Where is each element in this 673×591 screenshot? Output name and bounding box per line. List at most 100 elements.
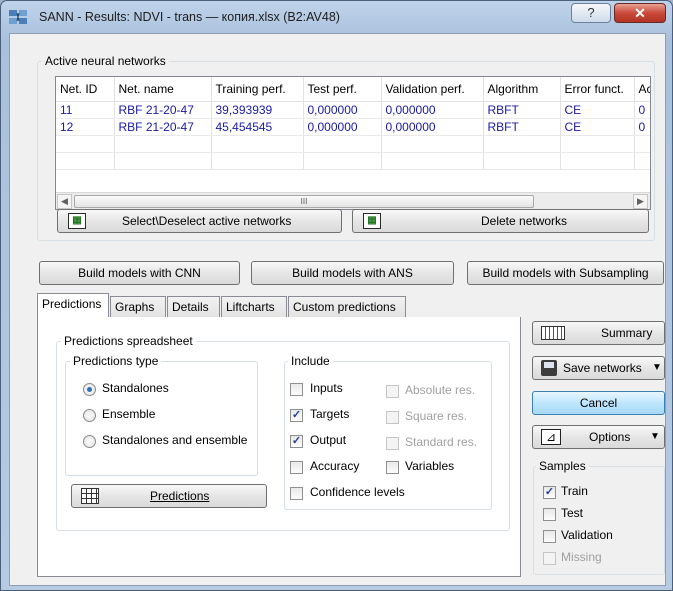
- dialog-window: SANN - Results: NDVI - trans — копия.xls…: [0, 0, 673, 591]
- ensemble-label: Ensemble: [102, 407, 156, 421]
- accuracy-checkbox[interactable]: [290, 461, 303, 474]
- table-cell: RBF 21-20-47: [114, 118, 212, 136]
- accuracy-label: Accuracy: [310, 459, 360, 473]
- standard-res-label: Standard res.: [405, 435, 478, 449]
- predictions-button-label: Predictions: [150, 489, 210, 503]
- table-cell: 39,393939: [211, 101, 304, 119]
- network-grid-icon: ▦: [68, 213, 86, 229]
- predictions-spreadsheet-title: Predictions spreadsheet: [61, 334, 196, 348]
- build-cnn-button[interactable]: Build models with CNN: [39, 261, 240, 285]
- variables-label: Variables: [405, 459, 455, 473]
- missing-label: Missing: [561, 550, 602, 564]
- dropdown-arrow-icon: ▼: [650, 431, 660, 442]
- select-deselect-networks-button[interactable]: ▦ Select\Deselect active networks: [57, 209, 342, 233]
- targets-label: Targets: [310, 407, 350, 421]
- active-networks-title: Active neural networks: [42, 54, 169, 68]
- summary-label: Summary: [601, 326, 653, 340]
- save-disk-icon: [541, 360, 557, 376]
- build-subsampling-button[interactable]: Build models with Subsampling: [467, 261, 664, 285]
- samples-title: Samples: [536, 459, 589, 473]
- targets-checkbox[interactable]: ✓: [290, 409, 303, 422]
- tab-custom-predictions[interactable]: Custom predictions: [288, 296, 406, 317]
- square-res-label: Square res.: [405, 409, 468, 423]
- table-row: [56, 152, 650, 170]
- column-header[interactable]: Net. name: [114, 77, 212, 102]
- ensemble-radio[interactable]: [83, 409, 96, 422]
- table-cell: 0: [634, 118, 650, 136]
- table-cell: 0,000000: [303, 101, 382, 119]
- missing-checkbox: [543, 552, 556, 565]
- scroll-right-icon[interactable]: ▶: [633, 194, 648, 209]
- table-row[interactable]: 11 RBF 21-20-47 39,393939 0,000000 0,000…: [56, 101, 650, 119]
- output-checkbox[interactable]: ✓: [290, 435, 303, 448]
- test-checkbox[interactable]: [543, 508, 556, 521]
- close-button[interactable]: ✕: [614, 3, 666, 23]
- column-header[interactable]: Ac: [634, 77, 650, 102]
- column-header[interactable]: Net. ID: [56, 77, 115, 102]
- column-header[interactable]: Algorithm: [483, 77, 561, 102]
- horizontal-scrollbar[interactable]: ◀ III ▶: [56, 192, 650, 209]
- title-bar[interactable]: SANN - Results: NDVI - trans — копия.xls…: [1, 1, 672, 33]
- column-header[interactable]: Test perf.: [303, 77, 382, 102]
- predictions-button[interactable]: Predictions: [71, 484, 267, 508]
- options-icon: ⊿: [541, 429, 561, 445]
- tab-liftcharts[interactable]: Liftcharts: [221, 296, 287, 317]
- absolute-res-checkbox: [386, 385, 399, 398]
- standard-res-checkbox: [386, 437, 399, 450]
- table-cell: 45,454545: [211, 118, 304, 136]
- save-networks-button[interactable]: Save networks ▼: [532, 356, 665, 380]
- column-header[interactable]: Training perf.: [211, 77, 304, 102]
- inputs-checkbox[interactable]: [290, 383, 303, 396]
- options-label: Options: [589, 430, 631, 444]
- variables-checkbox[interactable]: [386, 461, 399, 474]
- train-checkbox[interactable]: ✓: [543, 486, 556, 499]
- summary-icon: [541, 326, 565, 340]
- standalones-and-ensemble-label: Standalones and ensemble: [102, 433, 248, 447]
- table-header-row: Net. ID Net. name Training perf. Test pe…: [56, 77, 650, 102]
- absolute-res-label: Absolute res.: [405, 383, 476, 397]
- table-row[interactable]: 12 RBF 21-20-47 45,454545 0,000000 0,000…: [56, 118, 650, 136]
- validation-label: Validation: [561, 528, 613, 542]
- summary-button[interactable]: Summary: [532, 321, 665, 345]
- select-deselect-label: Select\Deselect active networks: [122, 214, 292, 228]
- cancel-button[interactable]: Cancel: [532, 391, 665, 415]
- table-cell: RBFT: [483, 101, 561, 119]
- tab-predictions[interactable]: Predictions: [37, 293, 109, 317]
- table-cell: 0,000000: [381, 118, 484, 136]
- include-title: Include: [288, 354, 333, 368]
- inputs-label: Inputs: [310, 381, 343, 395]
- table-cell: 0,000000: [303, 118, 382, 136]
- validation-checkbox[interactable]: [543, 530, 556, 543]
- delete-networks-button[interactable]: ▦ Delete networks: [352, 209, 649, 233]
- standalones-label: Standalones: [102, 381, 169, 395]
- window-title: SANN - Results: NDVI - trans — копия.xls…: [39, 10, 340, 24]
- train-label: Train: [561, 484, 588, 498]
- spreadsheet-icon: [81, 488, 99, 504]
- tab-details[interactable]: Details: [167, 296, 220, 317]
- networks-table[interactable]: Net. ID Net. name Training perf. Test pe…: [55, 76, 651, 210]
- test-label: Test: [561, 506, 584, 520]
- square-res-checkbox: [386, 411, 399, 424]
- output-label: Output: [310, 433, 347, 447]
- column-header[interactable]: Validation perf.: [381, 77, 484, 102]
- standalones-and-ensemble-radio[interactable]: [83, 435, 96, 448]
- scroll-thumb[interactable]: III: [74, 195, 534, 208]
- build-ans-button[interactable]: Build models with ANS: [251, 261, 454, 285]
- tab-graphs[interactable]: Graphs: [110, 296, 166, 317]
- predictions-type-title: Predictions type: [70, 354, 162, 368]
- table-cell: CE: [560, 101, 635, 119]
- confidence-levels-checkbox[interactable]: [290, 487, 303, 500]
- table-cell: 0: [634, 101, 650, 119]
- scroll-left-icon[interactable]: ◀: [57, 194, 72, 209]
- table-cell: CE: [560, 118, 635, 136]
- sann-app-icon: [8, 7, 28, 27]
- standalones-radio[interactable]: [83, 383, 96, 396]
- network-grid-icon: ▦: [363, 213, 381, 229]
- help-button[interactable]: ?: [571, 3, 611, 23]
- options-button[interactable]: ⊿ Options ▼: [532, 425, 665, 449]
- confidence-levels-label: Confidence levels: [310, 485, 405, 499]
- table-cell: 0,000000: [381, 101, 484, 119]
- column-header[interactable]: Error funct.: [560, 77, 635, 102]
- table-cell: 11: [56, 101, 115, 119]
- dialog-client-area: Active neural networks Net. ID Net. name…: [9, 33, 666, 586]
